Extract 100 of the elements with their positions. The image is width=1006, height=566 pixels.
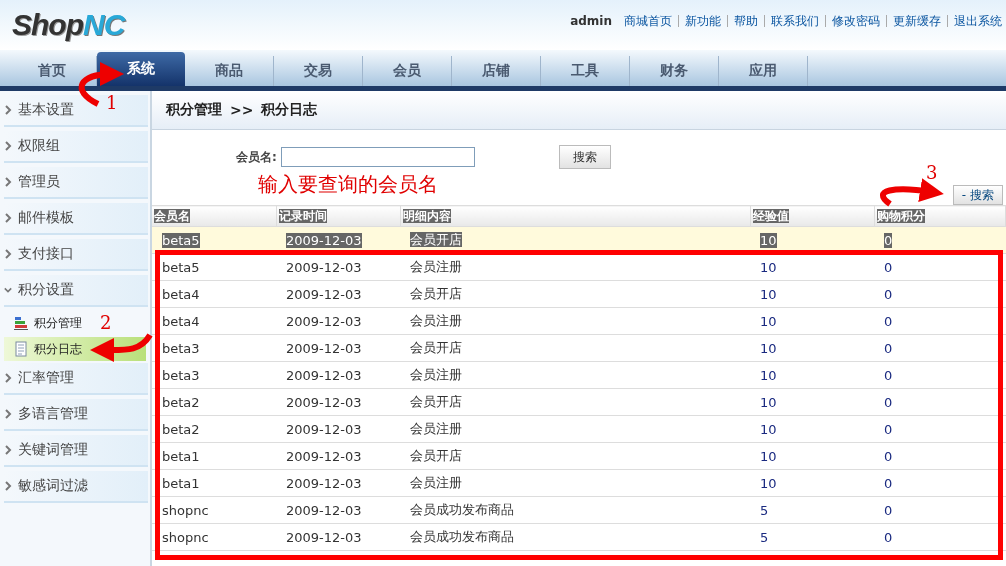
chevron-right-icon bbox=[4, 409, 12, 419]
table-cell: 2009-12-03 bbox=[276, 469, 400, 497]
table-cell: 2009-12-03 bbox=[276, 523, 400, 551]
document-icon bbox=[14, 341, 28, 357]
table-cell: 10 bbox=[750, 469, 874, 497]
breadcrumb: >> bbox=[230, 102, 254, 118]
table-cell: beta4 bbox=[152, 280, 276, 308]
table-cell: 会员注册 bbox=[400, 307, 750, 335]
table-cell: beta2 bbox=[152, 415, 276, 443]
table-cell: beta1 bbox=[152, 469, 276, 497]
table-cell: 2009-12-03 bbox=[276, 415, 400, 443]
chevron-right-icon bbox=[4, 445, 12, 455]
table-cell: shopnc bbox=[152, 496, 276, 524]
annotation-number: 2 bbox=[100, 312, 112, 333]
chevron-right-icon bbox=[4, 213, 12, 223]
table-cell: 2009-12-03 bbox=[276, 361, 400, 389]
chevron-right-icon bbox=[4, 177, 12, 187]
nav-tab[interactable]: 交易 bbox=[274, 56, 363, 86]
sidebar-subitem[interactable]: 积分管理 bbox=[4, 311, 88, 335]
table-cell: 0 bbox=[874, 307, 1006, 335]
table-cell: shopnc bbox=[152, 523, 276, 551]
table-cell: 2009-12-03 bbox=[276, 280, 400, 308]
table-cell: 2009-12-03 bbox=[276, 496, 400, 524]
table-cell: 0 bbox=[874, 280, 1006, 308]
table-cell: 2009-12-03 bbox=[276, 334, 400, 362]
table-cell: 会员开店 bbox=[400, 388, 750, 416]
annotation-arrow bbox=[78, 62, 124, 107]
column-header[interactable]: 购物积分 bbox=[874, 205, 1006, 227]
table-cell: 10 bbox=[750, 280, 874, 308]
sidebar-item[interactable]: 权限组 bbox=[4, 131, 148, 163]
nav-tab[interactable]: 店铺 bbox=[452, 56, 541, 86]
header-link[interactable]: 退出系统 bbox=[954, 12, 1002, 30]
header-link[interactable]: 帮助 bbox=[734, 12, 758, 30]
sidebar-item[interactable]: 敏感词过滤 bbox=[4, 471, 148, 503]
table-cell: 0 bbox=[874, 442, 1006, 470]
table-cell: 5 bbox=[750, 523, 874, 551]
table-cell: 10 bbox=[750, 361, 874, 389]
field-label: 会员名: bbox=[236, 148, 277, 166]
header-link[interactable]: 商城首页 bbox=[624, 12, 672, 30]
table-cell: 会员注册 bbox=[400, 469, 750, 497]
nav-tab[interactable]: 工具 bbox=[541, 56, 630, 86]
table-cell: 10 bbox=[750, 415, 874, 443]
table-cell: 2009-12-03 bbox=[276, 442, 400, 470]
nav-tab[interactable]: 会员 bbox=[363, 56, 452, 86]
member-name-field[interactable] bbox=[280, 147, 475, 167]
sidebar-item[interactable]: 多语言管理 bbox=[4, 399, 148, 431]
nav-tab[interactable]: 商品 bbox=[185, 56, 274, 86]
header-link[interactable]: 修改密码 bbox=[832, 12, 880, 30]
table-cell: 0 bbox=[874, 415, 1006, 443]
table-cell: 10 bbox=[750, 442, 874, 470]
chevron-right-icon bbox=[4, 249, 12, 259]
table-cell: 0 bbox=[874, 361, 1006, 389]
table-cell: 5 bbox=[750, 496, 874, 524]
username: admin bbox=[570, 14, 612, 28]
chevron-right-icon bbox=[4, 141, 12, 151]
table-cell: 会员注册 bbox=[400, 253, 750, 281]
sidebar-item[interactable]: 邮件模板 bbox=[4, 203, 148, 235]
search-toggle-button[interactable]: - 搜索 bbox=[952, 185, 1003, 205]
sidebar-item[interactable]: 积分设置 bbox=[4, 275, 148, 307]
sidebar-item[interactable]: 支付接口 bbox=[4, 239, 148, 271]
annotation-number: 1 bbox=[106, 92, 118, 113]
header-link[interactable]: 新功能 bbox=[685, 12, 721, 30]
table-cell: 10 bbox=[750, 307, 874, 335]
table-cell: beta3 bbox=[152, 334, 276, 362]
annotation-number: 3 bbox=[926, 162, 938, 183]
table-cell: 会员注册 bbox=[400, 415, 750, 443]
breadcrumb: 积分管理 bbox=[166, 101, 222, 119]
table-cell: 10 bbox=[750, 388, 874, 416]
table-cell: 10 bbox=[750, 334, 874, 362]
table-cell: 会员开店 bbox=[400, 334, 750, 362]
table-cell: 会员开店 bbox=[400, 442, 750, 470]
table-cell: beta1 bbox=[152, 442, 276, 470]
sidebar-item[interactable]: 管理员 bbox=[4, 167, 148, 199]
chevron-right-icon bbox=[4, 105, 12, 115]
search-button[interactable]: 搜索 bbox=[558, 145, 611, 169]
table-cell: 会员注册 bbox=[400, 361, 750, 389]
nav-tab[interactable]: 应用 bbox=[719, 56, 808, 86]
table-cell: 2009-12-03 bbox=[276, 307, 400, 335]
table-cell: beta2 bbox=[152, 388, 276, 416]
column-header[interactable]: 明细内容 bbox=[400, 205, 750, 227]
table-cell: 会员开店 bbox=[400, 280, 750, 308]
header-link[interactable]: 更新缓存 bbox=[893, 12, 941, 30]
bar-stack-icon bbox=[14, 315, 28, 331]
sidebar-item[interactable]: 关键词管理 bbox=[4, 435, 148, 467]
table-cell: 0 bbox=[874, 469, 1006, 497]
nav-tab[interactable]: 系统 bbox=[97, 52, 185, 86]
chevron-down-icon bbox=[4, 285, 12, 295]
column-header[interactable]: 会员名 bbox=[152, 205, 276, 227]
nav-tab[interactable]: 财务 bbox=[630, 56, 719, 86]
annotation-text: 输入要查询的会员名 bbox=[258, 171, 438, 198]
table-cell: 2009-12-03 bbox=[276, 253, 400, 281]
table-cell: 0 bbox=[874, 388, 1006, 416]
table-cell: beta3 bbox=[152, 361, 276, 389]
header-link[interactable]: 联系我们 bbox=[771, 12, 819, 30]
column-header[interactable]: 经验值 bbox=[750, 205, 874, 227]
table-cell: 0 bbox=[874, 496, 1006, 524]
table-cell: 会员成功发布商品 bbox=[400, 496, 750, 524]
breadcrumb: 积分日志 bbox=[261, 101, 318, 119]
sidebar-item[interactable]: 汇率管理 bbox=[4, 363, 148, 395]
logo: ShopNC bbox=[12, 8, 125, 42]
